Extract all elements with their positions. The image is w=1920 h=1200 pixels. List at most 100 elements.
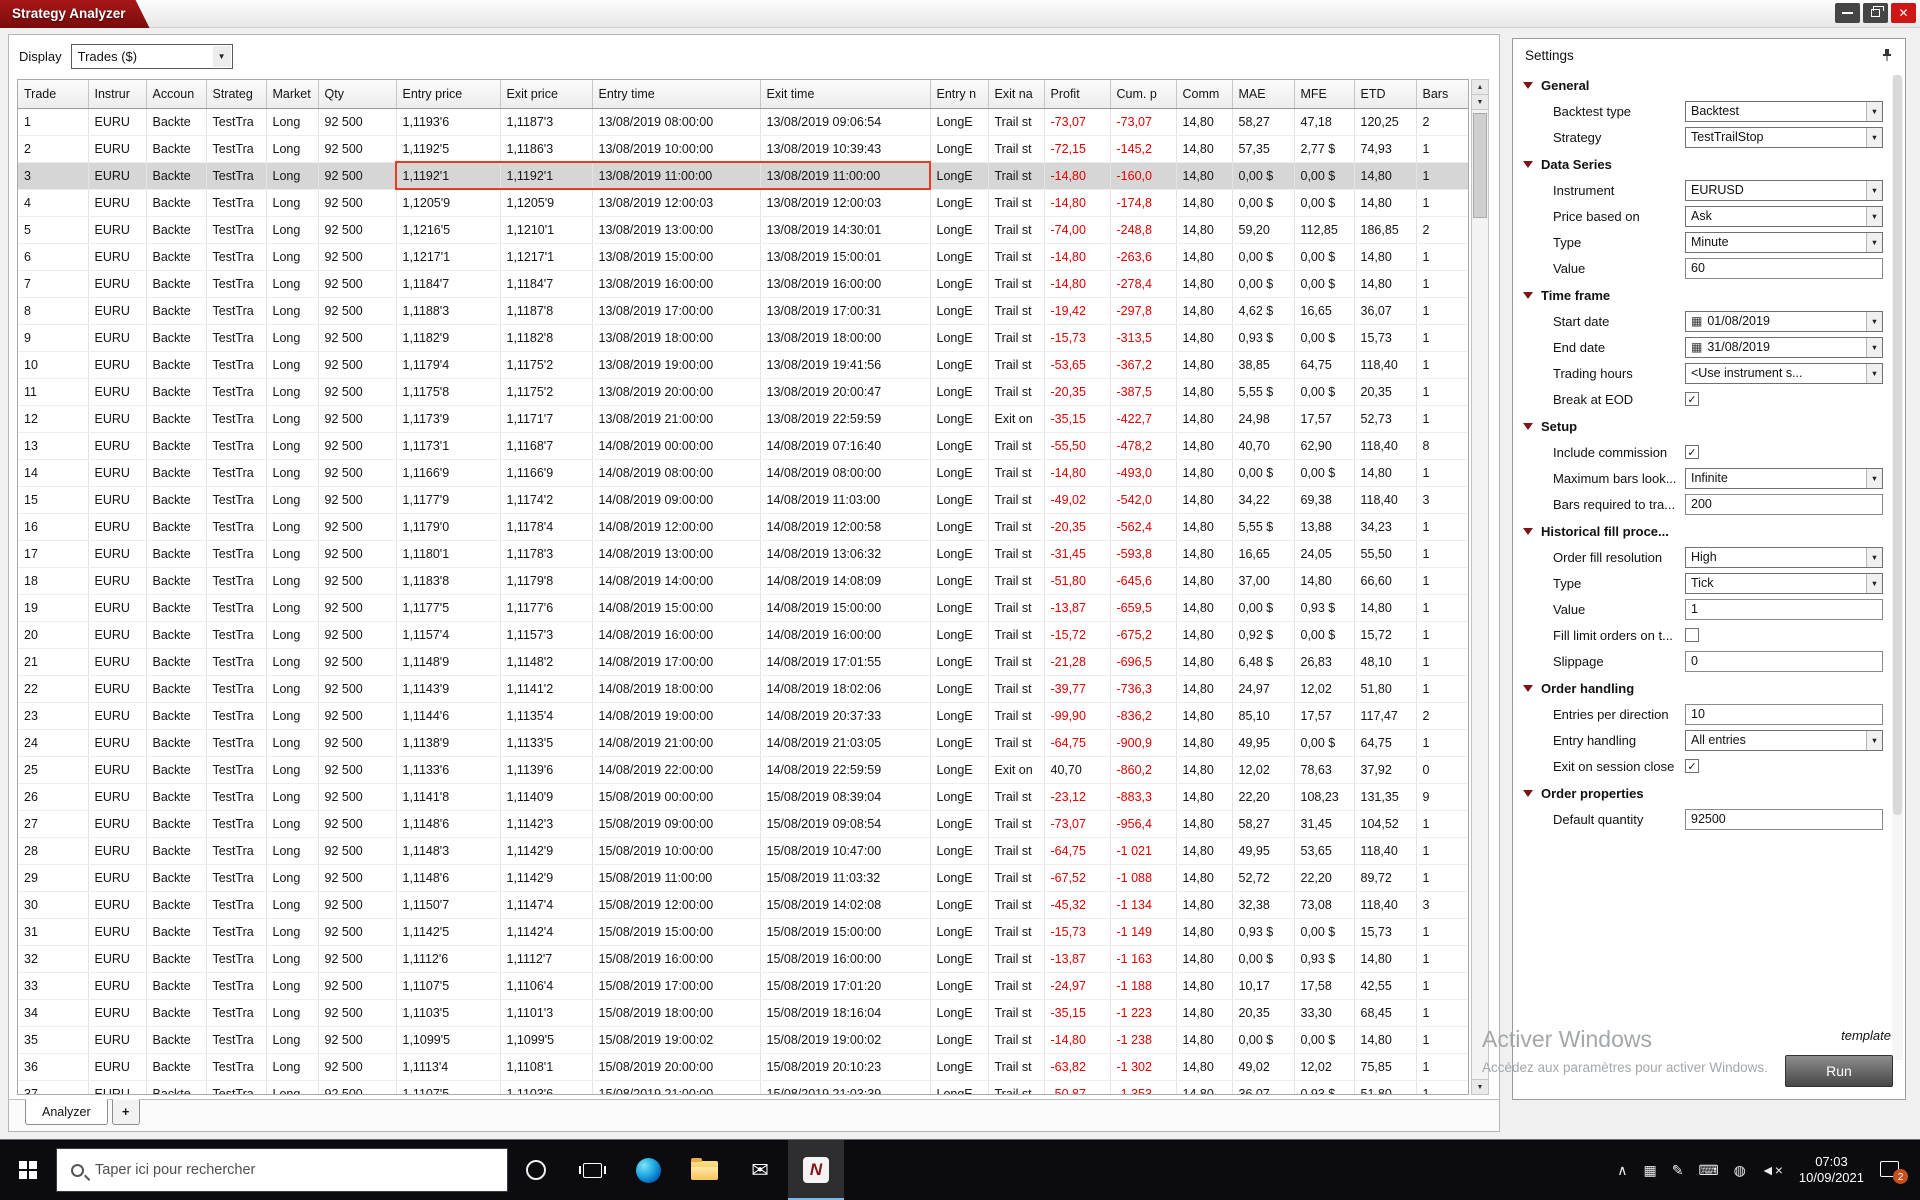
tab-analyzer[interactable]: Analyzer [25, 1099, 108, 1125]
table-row[interactable]: 10EURUBackteTestTraLong92 5001,1179'41,1… [18, 351, 1469, 378]
exit-on-session-close-checkbox[interactable] [1685, 759, 1699, 773]
tray-display-icon[interactable]: ▦ [1643, 1162, 1656, 1179]
table-row[interactable]: 37EURUBackteTestTraLong92 5001,1107'51,1… [18, 1080, 1469, 1095]
display-select[interactable]: Trades ($) [71, 44, 233, 69]
notification-center-button[interactable]: 2 [1880, 1159, 1904, 1181]
table-row[interactable]: 32EURUBackteTestTraLong92 5001,1112'61,1… [18, 945, 1469, 972]
add-tab-button[interactable]: + [112, 1099, 140, 1125]
table-row[interactable]: 36EURUBackteTestTraLong92 5001,1113'41,1… [18, 1053, 1469, 1080]
table-row[interactable]: 12EURUBackteTestTraLong92 5001,1173'91,1… [18, 405, 1469, 432]
start-button[interactable] [0, 1140, 56, 1200]
column-header-entry-price[interactable]: Entry price [396, 80, 500, 108]
maximum-bars-look-select[interactable]: Infinite [1685, 468, 1883, 489]
table-row[interactable]: 21EURUBackteTestTraLong92 5001,1148'91,1… [18, 648, 1469, 675]
table-row[interactable]: 30EURUBackteTestTraLong92 5001,1150'71,1… [18, 891, 1469, 918]
start-date-select[interactable]: 01/08/2019 [1685, 311, 1883, 332]
tray-volume-muted-icon[interactable]: ◄× [1761, 1162, 1783, 1178]
mail-button[interactable] [732, 1140, 788, 1200]
entry-handling-select[interactable]: All entries [1685, 730, 1883, 751]
close-button[interactable] [1891, 3, 1916, 23]
column-header-exit-na[interactable]: Exit na [988, 80, 1044, 108]
table-row[interactable]: 1EURUBackteTestTraLong92 5001,1193'61,11… [18, 108, 1469, 135]
task-view-button[interactable] [564, 1140, 620, 1200]
section-setup[interactable]: Setup [1513, 414, 1905, 439]
table-row[interactable]: 4EURUBackteTestTraLong92 5001,1205'91,12… [18, 189, 1469, 216]
cortana-button[interactable] [508, 1140, 564, 1200]
column-header-market[interactable]: Market [266, 80, 318, 108]
table-row[interactable]: 5EURUBackteTestTraLong92 5001,1216'51,12… [18, 216, 1469, 243]
tray-pen-icon[interactable]: ✎ [1672, 1162, 1684, 1179]
pin-icon[interactable] [1881, 48, 1893, 62]
table-row[interactable]: 17EURUBackteTestTraLong92 5001,1180'11,1… [18, 540, 1469, 567]
end-date-select[interactable]: 31/08/2019 [1685, 337, 1883, 358]
restore-button[interactable] [1863, 3, 1888, 23]
titlebar[interactable]: Strategy Analyzer [0, 0, 1920, 28]
column-header-comm[interactable]: Comm [1176, 80, 1232, 108]
table-row[interactable]: 14EURUBackteTestTraLong92 5001,1166'91,1… [18, 459, 1469, 486]
table-row[interactable]: 19EURUBackteTestTraLong92 5001,1177'51,1… [18, 594, 1469, 621]
table-row[interactable]: 9EURUBackteTestTraLong92 5001,1182'91,11… [18, 324, 1469, 351]
column-header-instrur[interactable]: Instrur [88, 80, 146, 108]
template-link[interactable]: template [1841, 1028, 1891, 1043]
table-row[interactable]: 22EURUBackteTestTraLong92 5001,1143'91,1… [18, 675, 1469, 702]
section-order-properties[interactable]: Order properties [1513, 781, 1905, 806]
order-fill-resolution-select[interactable]: High [1685, 547, 1883, 568]
break-at-eod-checkbox[interactable] [1685, 392, 1699, 406]
scroll-up-icon[interactable] [1472, 80, 1488, 95]
table-row[interactable]: 33EURUBackteTestTraLong92 5001,1107'51,1… [18, 972, 1469, 999]
column-header-etd[interactable]: ETD [1354, 80, 1416, 108]
section-time-frame[interactable]: Time frame [1513, 283, 1905, 308]
run-button[interactable]: Run [1785, 1055, 1893, 1087]
table-row[interactable]: 7EURUBackteTestTraLong92 5001,1184'71,11… [18, 270, 1469, 297]
tray-network-icon[interactable]: ◍ [1734, 1162, 1746, 1179]
scroll-bottom-icon[interactable] [1472, 1079, 1488, 1094]
ninjatrader-button[interactable] [788, 1140, 844, 1200]
slippage-input[interactable]: 0 [1685, 651, 1883, 672]
table-row[interactable]: 35EURUBackteTestTraLong92 5001,1099'51,1… [18, 1026, 1469, 1053]
column-header-entry-time[interactable]: Entry time [592, 80, 760, 108]
type-select[interactable]: Tick [1685, 573, 1883, 594]
table-row[interactable]: 24EURUBackteTestTraLong92 5001,1138'91,1… [18, 729, 1469, 756]
backtest-type-select[interactable]: Backtest [1685, 101, 1883, 122]
minimize-button[interactable] [1835, 3, 1860, 23]
section-order-handling[interactable]: Order handling [1513, 676, 1905, 701]
column-header-exit-price[interactable]: Exit price [500, 80, 592, 108]
scrollbar-thumb[interactable] [1473, 113, 1487, 218]
edge-button[interactable] [620, 1140, 676, 1200]
column-header-mae[interactable]: MAE [1232, 80, 1294, 108]
table-row[interactable]: 23EURUBackteTestTraLong92 5001,1144'61,1… [18, 702, 1469, 729]
taskbar-clock[interactable]: 07:03 10/09/2021 [1799, 1154, 1864, 1186]
column-header-entry-n[interactable]: Entry n [930, 80, 988, 108]
bars-required-to-tra-input[interactable]: 200 [1685, 494, 1883, 515]
column-header-qty[interactable]: Qty [318, 80, 396, 108]
column-header-mfe[interactable]: MFE [1294, 80, 1354, 108]
section-historical-fill-proce[interactable]: Historical fill proce... [1513, 519, 1905, 544]
table-row[interactable]: 26EURUBackteTestTraLong92 5001,1141'81,1… [18, 783, 1469, 810]
table-row[interactable]: 20EURUBackteTestTraLong92 5001,1157'41,1… [18, 621, 1469, 648]
trading-hours-select[interactable]: <Use instrument s... [1685, 363, 1883, 384]
strategy-select[interactable]: TestTrailStop [1685, 127, 1883, 148]
table-row[interactable]: 29EURUBackteTestTraLong92 5001,1148'61,1… [18, 864, 1469, 891]
column-header-cum-p[interactable]: Cum. p [1110, 80, 1176, 108]
column-header-strateg[interactable]: Strateg [206, 80, 266, 108]
table-row[interactable]: 25EURUBackteTestTraLong92 5001,1133'61,1… [18, 756, 1469, 783]
section-data-series[interactable]: Data Series [1513, 152, 1905, 177]
value-input[interactable]: 60 [1685, 258, 1883, 279]
table-scrollbar[interactable] [1471, 79, 1489, 1095]
column-header-accoun[interactable]: Accoun [146, 80, 206, 108]
price-based-on-select[interactable]: Ask [1685, 206, 1883, 227]
table-row[interactable]: 3EURUBackteTestTraLong92 5001,1192'11,11… [18, 162, 1469, 189]
entries-per-direction-input[interactable]: 10 [1685, 704, 1883, 725]
value-input[interactable]: 1 [1685, 599, 1883, 620]
table-row[interactable]: 27EURUBackteTestTraLong92 5001,1148'61,1… [18, 810, 1469, 837]
column-header-trade[interactable]: Trade [18, 80, 88, 108]
table-row[interactable]: 31EURUBackteTestTraLong92 5001,1142'51,1… [18, 918, 1469, 945]
table-row[interactable]: 16EURUBackteTestTraLong92 5001,1179'01,1… [18, 513, 1469, 540]
column-header-exit-time[interactable]: Exit time [760, 80, 930, 108]
default-quantity-input[interactable]: 92500 [1685, 809, 1883, 830]
table-row[interactable]: 13EURUBackteTestTraLong92 5001,1173'11,1… [18, 432, 1469, 459]
table-row[interactable]: 8EURUBackteTestTraLong92 5001,1188'31,11… [18, 297, 1469, 324]
settings-scrollbar[interactable] [1892, 75, 1903, 1060]
taskbar-search[interactable]: Taper ici pour rechercher [56, 1148, 508, 1192]
tray-expand-icon[interactable]: ∧ [1617, 1162, 1627, 1179]
